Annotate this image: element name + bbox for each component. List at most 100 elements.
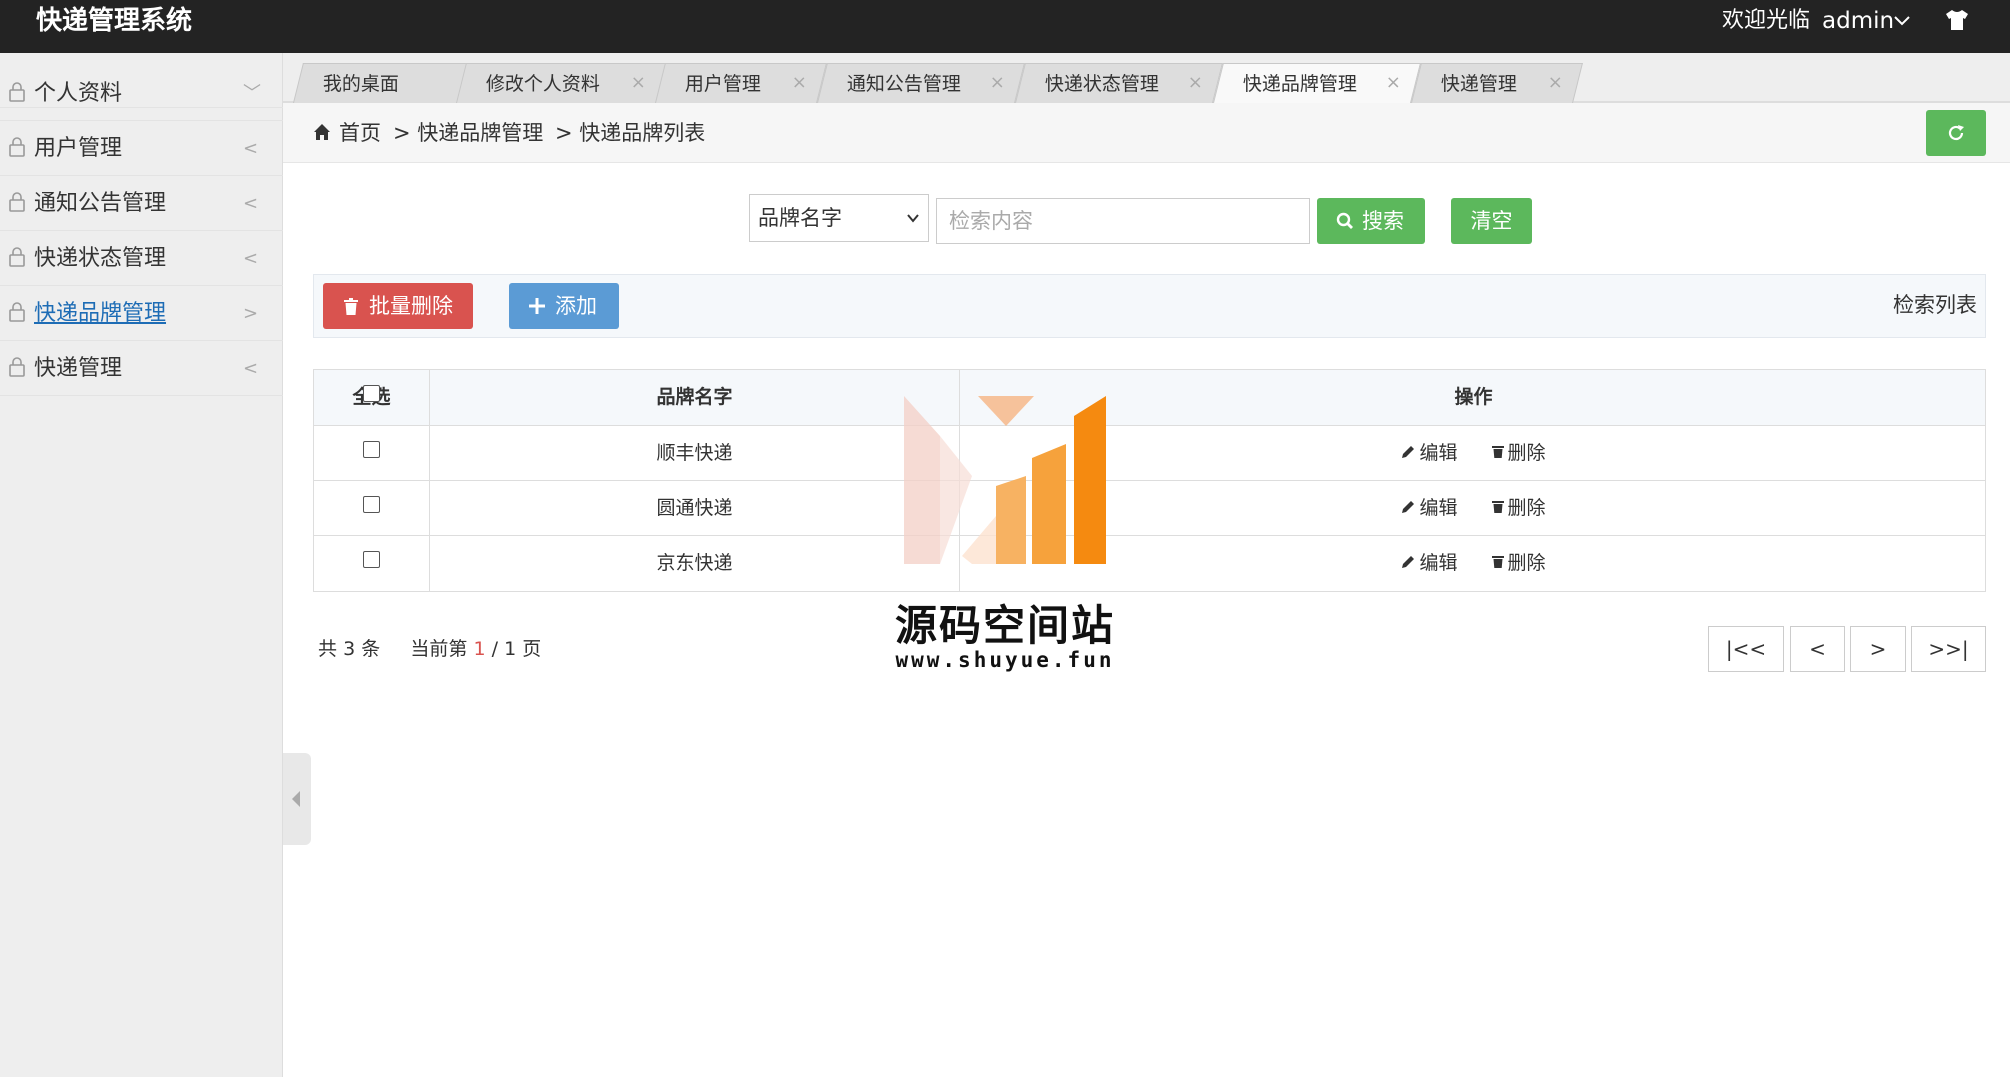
last-page-button[interactable]: >>| <box>1911 626 1986 672</box>
chevron-down-icon: ﹀ <box>243 83 261 104</box>
chevron-right-icon: > <box>243 303 259 324</box>
delete-button[interactable]: 删除 <box>1491 481 1546 536</box>
refresh-icon <box>1948 125 1964 141</box>
close-icon[interactable]: × <box>631 64 646 102</box>
tab-edit-profile[interactable]: 修改个人资料 × <box>456 63 666 103</box>
tab-status[interactable]: 快递状态管理 × <box>1015 63 1223 103</box>
trash-icon <box>344 298 358 315</box>
pagination-info: 共 3 条 当前第 1 / 1 页 <box>318 638 542 660</box>
sidebar-item-notices[interactable]: 通知公告管理 < <box>0 176 283 231</box>
brand-name-cell: 圆通快递 <box>430 481 960 535</box>
caret-left-icon <box>292 791 300 807</box>
sidebar-item-label: 个人资料 <box>34 81 123 106</box>
lock-icon <box>9 192 25 212</box>
breadcrumb-level1[interactable]: > 快递品牌管理 <box>393 103 543 163</box>
first-page-button[interactable]: |<< <box>1708 626 1784 672</box>
row-checkbox[interactable] <box>363 441 380 458</box>
table-row: 圆通快递 编辑 删除 <box>314 481 1985 536</box>
table-row: 顺丰快递 编辑 删除 <box>314 426 1985 481</box>
edit-button[interactable]: 编辑 <box>1401 426 1457 481</box>
sidebar-item-express[interactable]: 快递管理 < <box>0 341 283 396</box>
watermark-name: 源码空间站 <box>894 601 1115 650</box>
sidebar-item-status[interactable]: 快递状态管理 < <box>0 231 283 286</box>
select-all-header[interactable]: 全选 <box>314 370 430 425</box>
row-checkbox[interactable] <box>363 551 380 568</box>
tab-notices[interactable]: 通知公告管理 × <box>817 63 1025 103</box>
pencil-icon <box>1402 445 1415 458</box>
refresh-button[interactable] <box>1926 110 1986 156</box>
tab-users[interactable]: 用户管理 × <box>655 63 827 103</box>
lock-icon <box>9 247 25 267</box>
total-pages: 1 <box>504 638 517 660</box>
page-tabs: 我的桌面 修改个人资料 × 用户管理 × 通知公告管理 × 快递状态管理 × 快递品牌管… <box>283 53 2010 103</box>
watermark-url: www.shuyue.fun <box>895 648 1115 672</box>
close-icon[interactable]: × <box>1548 64 1563 102</box>
total-count: 3 <box>343 638 356 660</box>
close-icon[interactable]: × <box>792 64 807 102</box>
list-title: 检索列表 <box>1893 293 1977 317</box>
pencil-icon <box>1402 555 1415 568</box>
chevron-left-icon: < <box>243 358 259 379</box>
breadcrumb-level2: > 快递品牌列表 <box>555 121 706 145</box>
prev-page-button[interactable]: < <box>1790 626 1845 672</box>
plus-icon <box>529 298 545 314</box>
watermark-logo <box>904 396 1106 564</box>
current-page: 1 <box>473 638 486 660</box>
sidebar-item-label: 快递品牌管理 <box>34 301 167 326</box>
tab-desktop[interactable]: 我的桌面 <box>293 63 473 103</box>
pencil-icon <box>1402 500 1415 513</box>
brand-table: 全选 品牌名字 操作 顺丰快递 编辑 删除 圆通快递 编辑 删除 京东快递 编辑… <box>313 369 1986 592</box>
sidebar-item-label: 通知公告管理 <box>34 191 167 216</box>
trash-icon <box>1491 500 1504 513</box>
welcome-text: 欢迎光临 <box>1722 8 1811 33</box>
table-header-row: 全选 品牌名字 操作 <box>314 370 1985 426</box>
breadcrumb-home[interactable]: 首页 <box>339 103 381 163</box>
sidebar-item-label: 快递管理 <box>34 356 123 381</box>
sidebar-item-label: 快递状态管理 <box>34 246 167 271</box>
chevron-left-icon: < <box>243 248 259 269</box>
tab-express[interactable]: 快递管理 × <box>1411 63 1583 103</box>
sidebar-collapse-button[interactable] <box>283 753 311 845</box>
batch-delete-button[interactable]: 批量删除 <box>323 283 473 329</box>
close-icon[interactable]: × <box>1386 64 1401 102</box>
lock-icon <box>9 302 25 322</box>
sidebar-item-brands[interactable]: 快递品牌管理 > <box>0 286 283 341</box>
chevron-down-icon[interactable] <box>1892 10 1912 30</box>
search-input[interactable] <box>936 198 1310 244</box>
row-checkbox[interactable] <box>363 496 380 513</box>
trash-icon <box>1491 445 1504 458</box>
lock-icon <box>9 357 25 377</box>
app-title: 快递管理系统 <box>36 6 193 36</box>
table-row: 京东快递 编辑 删除 <box>314 536 1985 591</box>
delete-button[interactable]: 删除 <box>1491 426 1546 481</box>
top-bar: 快递管理系统 欢迎光临 admin <box>0 0 2010 53</box>
lock-icon <box>9 137 25 157</box>
search-field-select[interactable]: 品牌名字 <box>749 194 929 242</box>
theme-shirt-icon[interactable] <box>1944 8 1970 32</box>
brand-name-cell: 顺丰快递 <box>430 426 960 480</box>
user-menu[interactable]: admin <box>1822 0 1894 42</box>
chevron-left-icon: < <box>243 193 259 214</box>
tab-brands[interactable]: 快递品牌管理 × <box>1213 63 1421 103</box>
edit-button[interactable]: 编辑 <box>1401 536 1457 591</box>
trash-icon <box>1491 555 1504 568</box>
chevron-down-icon <box>907 214 919 223</box>
add-button[interactable]: 添加 <box>509 283 619 329</box>
home-icon[interactable] <box>313 123 331 141</box>
breadcrumb: 首页 > 快递品牌管理 > 快递品牌列表 <box>283 103 2010 163</box>
select-all-checkbox[interactable] <box>363 385 380 402</box>
delete-button[interactable]: 删除 <box>1491 536 1546 591</box>
next-page-button[interactable]: > <box>1850 626 1906 672</box>
search-button[interactable]: 搜索 <box>1317 198 1425 244</box>
sidebar-item-profile[interactable]: 个人资料 ﹀ <box>0 66 283 121</box>
actions-header: 操作 <box>1454 386 1493 408</box>
list-toolbar: 批量删除 添加 检索列表 <box>313 274 1986 338</box>
search-icon <box>1336 212 1353 229</box>
edit-button[interactable]: 编辑 <box>1401 481 1457 536</box>
clear-button[interactable]: 清空 <box>1451 198 1532 244</box>
close-icon[interactable]: × <box>1188 64 1203 102</box>
lock-icon <box>9 82 25 102</box>
sidebar-item-users[interactable]: 用户管理 < <box>0 121 283 176</box>
close-icon[interactable]: × <box>990 64 1005 102</box>
brand-name-cell: 京东快递 <box>430 536 960 591</box>
